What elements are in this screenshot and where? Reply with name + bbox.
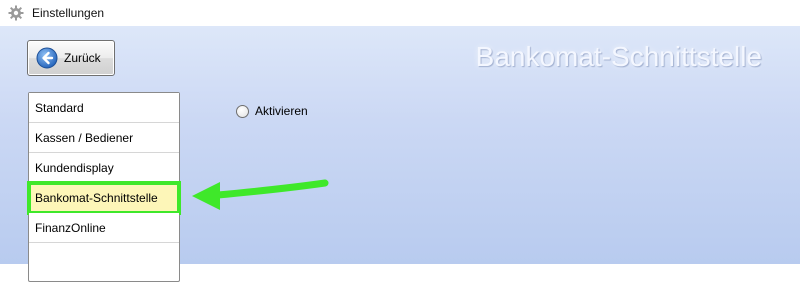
settings-panel: Zurück Bankomat-Schnittstelle Standard K…: [0, 26, 800, 282]
arrow-left-circle-icon: [36, 47, 58, 69]
back-button[interactable]: Zurück: [27, 40, 115, 76]
gear-icon: [8, 5, 24, 21]
title-bar: Einstellungen: [0, 0, 800, 26]
sidebar-item-finanzonline[interactable]: FinanzOnline: [29, 213, 179, 243]
settings-nav-list: Standard Kassen / Bediener Kundendisplay…: [27, 92, 181, 282]
back-button-label: Zurück: [64, 51, 101, 65]
activate-radio[interactable]: [236, 104, 249, 118]
activate-label: Aktivieren: [255, 104, 308, 118]
sidebar-item-standard[interactable]: Standard: [29, 93, 179, 123]
sidebar-item-bankomat-schnittstelle[interactable]: Bankomat-Schnittstelle: [27, 181, 181, 215]
activate-option[interactable]: Aktivieren: [236, 104, 308, 118]
sidebar-item-kundendisplay[interactable]: Kundendisplay: [29, 153, 179, 183]
page-title: Bankomat-Schnittstelle: [475, 41, 762, 72]
sidebar-item-kassen-bediener[interactable]: Kassen / Bediener: [29, 123, 179, 153]
annotation-arrow-icon: [192, 179, 329, 210]
window-title: Einstellungen: [32, 6, 105, 20]
